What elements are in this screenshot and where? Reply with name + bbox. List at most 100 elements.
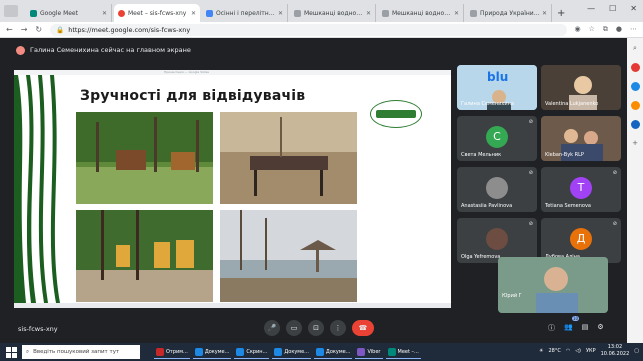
browser-tab[interactable]: Осінні і перелітні птахи ✕ [202, 4, 288, 22]
camera-indicator-icon[interactable]: ◉ [575, 25, 581, 34]
participant-tile[interactable]: Valentina Lukjanenko [541, 65, 621, 110]
taskbar-app[interactable]: Отрим... [154, 345, 190, 359]
participant-tile[interactable]: Kleban-Byk RLP [541, 116, 621, 161]
participant-name: Olga Yefremova [461, 254, 501, 260]
taskbar-app[interactable]: Скрин... [234, 345, 270, 359]
chat-icon[interactable]: ▤ [582, 323, 589, 333]
forward-icon[interactable]: → [21, 25, 28, 34]
microphone-button[interactable]: 🎤 [264, 320, 280, 336]
back-icon[interactable]: ← [6, 25, 13, 34]
start-button[interactable] [4, 345, 18, 359]
info-icon[interactable]: ⓘ [548, 323, 555, 333]
browser-tab[interactable]: Природа України та ві ✕ [466, 4, 552, 22]
tab-close-icon[interactable]: ✕ [278, 10, 283, 17]
games-icon[interactable] [630, 82, 640, 91]
taskbar-search-text: Введіть пошуковий запит тут [33, 349, 120, 355]
app-icon [156, 347, 164, 356]
tools-icon[interactable] [630, 63, 640, 72]
taskbar-app-label: Докуме... [204, 348, 230, 355]
word-icon [274, 347, 283, 356]
participant-avatar: T [570, 176, 592, 199]
slide-photo-toilets [76, 210, 213, 302]
camera-icon: ▭ [290, 324, 298, 332]
taskbar-app[interactable]: Докуме... [192, 345, 232, 359]
muted-mic-icon: ⊘ [528, 119, 533, 125]
favorite-star-icon[interactable]: ☆ [589, 25, 595, 34]
tab-close-icon[interactable]: ✕ [366, 10, 371, 17]
taskbar-app[interactable]: Докуме... [313, 345, 353, 359]
url-field[interactable]: 🔒 https://meet.google.com/sis-fcws-xny [50, 23, 567, 36]
language-indicator[interactable]: УКР [586, 348, 596, 354]
participant-name: Tetiana Semenova [545, 203, 591, 209]
participant-tile[interactable]: С ⊘ Света Мельник [457, 116, 537, 161]
tab-close-icon[interactable]: ✕ [191, 10, 196, 17]
activities-icon[interactable]: ⚙ [597, 323, 603, 333]
tab-title: Мешканці водно-болотних [304, 9, 364, 17]
self-view-tile[interactable]: Юрий Г [498, 257, 608, 313]
participant-tile[interactable]: blu Галина Семенихина [457, 65, 537, 110]
windows-taskbar: ⌕ Введіть пошуковий запит тут Отрим... Д… [0, 343, 643, 361]
browser-tab[interactable]: Мешканці водно-болотних ✕ [378, 4, 464, 22]
minimize-icon[interactable]: — [587, 4, 595, 13]
meet-call-area: Галина Семенихина сейчас на главном экра… [0, 38, 627, 343]
taskbar-app[interactable]: Meet –... [385, 345, 421, 359]
browser-tab-strip: Google Meet ✕ Meet – sis-fcws-xny ✕ Осін… [0, 0, 643, 22]
clock[interactable]: 13:02 10.06.2022 [601, 344, 630, 358]
network-icon[interactable]: ◠ [566, 348, 570, 354]
taskbar-app[interactable]: Viber [355, 345, 383, 359]
maximize-icon[interactable]: ☐ [609, 4, 616, 13]
reload-icon[interactable]: ↻ [35, 25, 42, 34]
close-window-icon[interactable]: ✕ [630, 4, 637, 13]
search-icon[interactable]: ⌕ [633, 44, 637, 53]
browser-tab[interactable]: Google Meet ✕ [26, 4, 112, 22]
new-tab-button[interactable]: + [557, 8, 565, 19]
more-menu-icon[interactable]: ⋯ [630, 25, 637, 34]
shared-presentation[interactable]: Презентація — Google Slides Зручності дл… [14, 70, 451, 308]
park-logo [370, 100, 422, 128]
tab-close-icon[interactable]: ✕ [542, 10, 547, 17]
hang-up-icon: ☎ [358, 324, 368, 332]
present-button[interactable]: ⊡ [308, 320, 324, 336]
collections-icon[interactable]: ⧉ [603, 25, 608, 34]
taskbar-app-label: Отрим... [166, 348, 188, 355]
mic-icon: 🎤 [267, 324, 277, 332]
slide-photo-grill [220, 112, 357, 204]
participant-name: Света Мельник [461, 152, 502, 158]
profile-icon[interactable]: ● [616, 25, 622, 34]
participant-tile[interactable]: T ⊘ Tetiana Semenova [541, 167, 621, 212]
office-icon[interactable] [630, 101, 640, 110]
browser-tab-active[interactable]: Meet – sis-fcws-xny ✕ [114, 4, 200, 22]
browser-tab[interactable]: Мешканці водно-болотних ✕ [290, 4, 376, 22]
participant-tile[interactable]: ⊘ Anastasiia Pavlinova [457, 167, 537, 212]
screen: Google Meet ✕ Meet – sis-fcws-xny ✕ Осін… [0, 0, 643, 361]
call-controls: 🎤 ▭ ⊡ ⋮ ☎ [264, 320, 374, 336]
participant-avatar: С [486, 125, 508, 148]
participants-count-badge: 10 [572, 316, 580, 321]
outlook-icon[interactable] [630, 120, 640, 129]
participant-name: Anastasiia Pavlinova [461, 203, 513, 209]
camera-button[interactable]: ▭ [286, 320, 302, 336]
taskbar-search[interactable]: ⌕ Введіть пошуковий запит тут [22, 345, 140, 359]
taskbar-app-label: Докуме... [284, 348, 309, 355]
presenting-banner: Галина Семенихина сейчас на главном экра… [16, 44, 191, 56]
tab-close-icon[interactable]: ✕ [454, 10, 459, 17]
tab-close-icon[interactable]: ✕ [102, 10, 107, 17]
window-menu-icon[interactable] [4, 5, 18, 17]
browser-sidebar: ⌕ + [627, 38, 643, 343]
add-sidebar-icon[interactable]: + [632, 139, 638, 147]
more-vert-icon: ⋮ [334, 324, 342, 332]
leave-call-button[interactable]: ☎ [352, 320, 374, 336]
slide-photo-lake [220, 210, 357, 302]
volume-icon[interactable]: ◁) [575, 348, 581, 354]
muted-mic-icon: ⊘ [528, 170, 533, 176]
weather-icon[interactable]: ☀ [539, 348, 543, 354]
svg-text:blu: blu [487, 70, 508, 84]
people-icon[interactable]: 👥 [564, 323, 573, 333]
tab-title: Мешканці водно-болотних [392, 9, 452, 17]
participant-name: Valentina Lukjanenko [545, 101, 599, 107]
taskbar-apps: Отрим... Докуме... Скрин... Докуме... До… [154, 345, 421, 359]
more-options-button[interactable]: ⋮ [330, 320, 346, 336]
notifications-icon[interactable]: ▢ [634, 348, 639, 354]
taskbar-app[interactable]: Докуме... [272, 345, 311, 359]
participant-name: Kleban-Byk RLP [545, 152, 584, 158]
